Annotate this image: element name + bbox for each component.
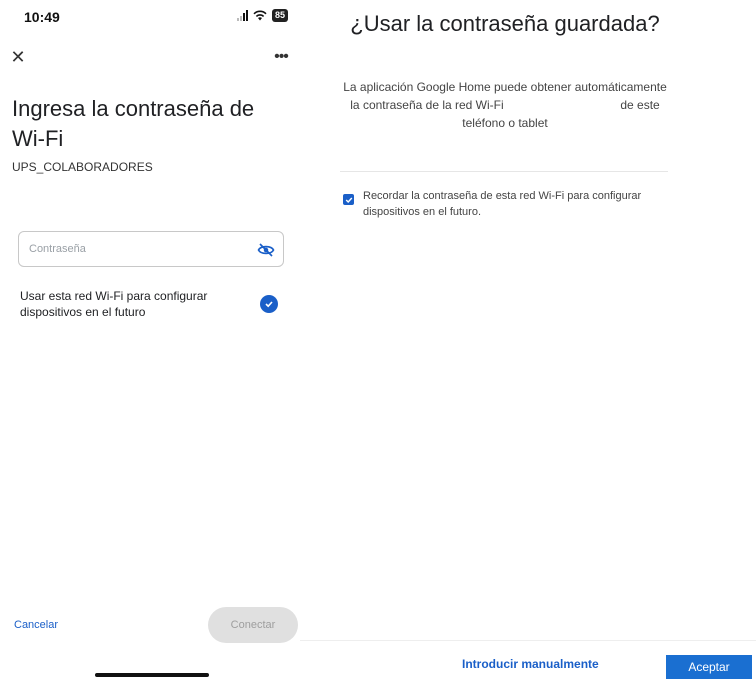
remember-password-option[interactable]: Recordar la contraseña de esta red Wi-Fi… bbox=[343, 188, 673, 220]
status-time: 10:49 bbox=[24, 9, 60, 25]
footer-divider bbox=[300, 640, 756, 641]
password-input[interactable] bbox=[19, 232, 259, 266]
wifi-password-screen: 10:49 85 ✕ ••• Ingresa la contraseña de … bbox=[0, 0, 300, 689]
close-icon[interactable]: ✕ bbox=[8, 46, 28, 68]
wifi-icon bbox=[253, 10, 267, 21]
visibility-off-icon[interactable] bbox=[257, 241, 275, 259]
cancel-button[interactable]: Cancelar bbox=[14, 619, 58, 631]
home-indicator bbox=[95, 673, 209, 677]
enter-manually-button[interactable]: Introducir manualmente bbox=[462, 657, 599, 671]
dialog-body: La aplicación Google Home puede obtener … bbox=[340, 78, 670, 132]
remember-label: Recordar la contraseña de esta red Wi-Fi… bbox=[363, 190, 642, 218]
more-icon[interactable]: ••• bbox=[268, 46, 294, 68]
signal-icon bbox=[236, 10, 248, 21]
battery-icon: 85 bbox=[271, 9, 288, 22]
use-network-option[interactable]: Usar esta red Wi-Fi para configurar disp… bbox=[20, 288, 284, 320]
connect-button[interactable]: Conectar bbox=[208, 607, 298, 643]
dialog-body-part1: La aplicación Google Home puede obtener … bbox=[343, 80, 667, 112]
accept-button[interactable]: Aceptar bbox=[666, 655, 752, 679]
use-network-label: Usar esta red Wi-Fi para configurar disp… bbox=[20, 289, 208, 319]
network-name: UPS_COLABORADORES bbox=[12, 160, 153, 174]
dialog-title: ¿Usar la contraseña guardada? bbox=[350, 11, 660, 36]
status-icons: 85 bbox=[236, 9, 288, 22]
dialog-divider bbox=[340, 171, 668, 172]
page-title: Ingresa la contraseña de Wi-Fi bbox=[12, 96, 255, 151]
status-bar: 10:49 85 bbox=[0, 0, 300, 34]
remember-checkbox[interactable] bbox=[343, 194, 354, 205]
check-circle-icon[interactable] bbox=[260, 295, 278, 313]
password-field[interactable] bbox=[18, 231, 284, 267]
